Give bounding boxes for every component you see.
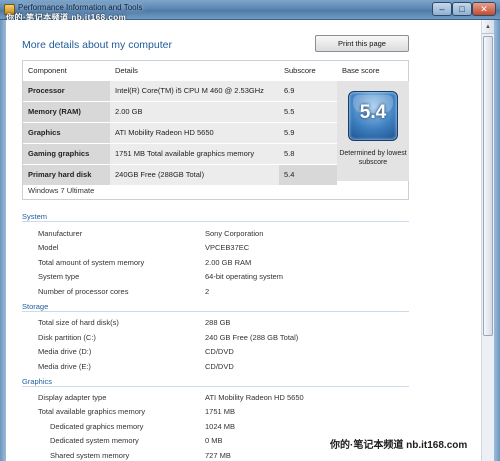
info-value: ATI Mobility Radeon HD 5650: [205, 393, 304, 402]
section-title-system: System: [22, 212, 48, 221]
info-label: Total amount of system memory: [38, 258, 145, 267]
subscore: 5.9: [279, 123, 337, 143]
info-value: CD/DVD: [205, 362, 234, 371]
section-title-graphics: Graphics: [22, 377, 53, 386]
info-label: System type: [38, 272, 80, 281]
section-divider: [22, 221, 409, 222]
info-label: Manufacturer: [38, 229, 83, 238]
header-base-score: Base score: [342, 66, 380, 75]
score-row-memory: Memory (RAM) 2.00 GB 5.5: [23, 102, 337, 122]
component-details: 240GB Free (288GB Total): [110, 165, 279, 185]
info-value: 1024 MB: [205, 422, 236, 431]
title-bar: Performance Information and Tools 你的·笔记本…: [0, 0, 500, 22]
component-name: Processor: [23, 81, 110, 101]
info-label: Shared system memory: [50, 451, 130, 460]
scroll-up-arrow-icon[interactable]: ▲: [482, 20, 494, 34]
section-divider: [22, 386, 409, 387]
page-title: More details about my computer: [22, 39, 172, 51]
info-value: VPCEB37EC: [205, 243, 250, 252]
component-name: Primary hard disk: [23, 165, 110, 185]
close-button[interactable]: ✕: [472, 2, 496, 16]
info-label: Disk partition (C:): [38, 333, 96, 342]
info-value: 2: [205, 287, 210, 296]
site-watermark-prefix: 你的·笔记本频道: [330, 440, 404, 451]
info-value: 727 MB: [205, 451, 231, 460]
header-subscore: Subscore: [284, 66, 316, 75]
component-name: Graphics: [23, 123, 110, 143]
score-row-graphics: Graphics ATI Mobility Radeon HD 5650 5.9: [23, 123, 337, 143]
subscore: 5.4: [279, 165, 337, 185]
info-value: 288 GB: [205, 318, 231, 327]
section-divider: [22, 311, 409, 312]
base-score-badge: 5.4: [348, 91, 398, 141]
vertical-scrollbar[interactable]: ▲: [481, 20, 494, 461]
info-value: CD/DVD: [205, 347, 234, 356]
info-value: 1751 MB: [205, 407, 236, 416]
os-edition: Windows 7 Ultimate: [28, 186, 95, 195]
subscore: 6.9: [279, 81, 337, 101]
score-row-processor: Processor Intel(R) Core(TM) i5 CPU M 460…: [23, 81, 337, 101]
info-label: Media drive (E:): [38, 362, 91, 371]
subscore: 5.8: [279, 144, 337, 164]
base-score-panel: 5.4 Determined by lowest subscore: [337, 81, 409, 181]
info-value: 2.00 GB RAM: [205, 258, 252, 267]
subscore: 5.5: [279, 102, 337, 122]
maximize-button[interactable]: □: [452, 2, 472, 16]
component-details: 2.00 GB: [110, 102, 279, 122]
window-frame-right: [494, 20, 500, 461]
base-score-value: 5.4: [359, 102, 387, 123]
info-value: 240 GB Free (288 GB Total): [205, 333, 299, 342]
section-title-storage: Storage: [22, 302, 49, 311]
content-pane: More details about my computer Print thi…: [6, 20, 481, 461]
print-page-button[interactable]: Print this page: [315, 35, 409, 52]
info-label: Dedicated system memory: [50, 436, 139, 445]
info-label: Number of processor cores: [38, 287, 129, 296]
component-details: ATI Mobility Radeon HD 5650: [110, 123, 279, 143]
component-name: Memory (RAM): [23, 102, 110, 122]
info-label: Media drive (D:): [38, 347, 92, 356]
component-name: Gaming graphics: [23, 144, 110, 164]
site-watermark: 你的·笔记本频道 nb.it168.com: [330, 436, 467, 451]
header-details: Details: [115, 66, 138, 75]
info-value: Sony Corporation: [205, 229, 264, 238]
score-row-hard-disk: Primary hard disk 240GB Free (288GB Tota…: [23, 165, 337, 185]
score-table: Component Details Subscore Base score Pr…: [22, 60, 409, 200]
minimize-button[interactable]: –: [432, 2, 452, 16]
component-details: Intel(R) Core(TM) i5 CPU M 460 @ 2.53GHz: [110, 81, 279, 101]
info-label: Dedicated graphics memory: [50, 422, 144, 431]
info-label: Model: [38, 243, 59, 252]
base-score-caption: Determined by lowest subscore: [339, 150, 407, 166]
info-value: 64-bit operating system: [205, 272, 283, 281]
scroll-thumb[interactable]: [483, 36, 493, 336]
info-value: 0 MB: [205, 436, 223, 445]
info-label: Display adapter type: [38, 393, 107, 402]
window-title: Performance Information and Tools: [18, 3, 143, 12]
info-label: Total size of hard disk(s): [38, 318, 119, 327]
score-row-gaming-graphics: Gaming graphics 1751 MB Total available …: [23, 144, 337, 164]
header-component: Component: [28, 66, 67, 75]
info-label: Total available graphics memory: [38, 407, 146, 416]
site-watermark-url: nb.it168.com: [406, 440, 468, 451]
component-details: 1751 MB Total available graphics memory: [110, 144, 279, 164]
